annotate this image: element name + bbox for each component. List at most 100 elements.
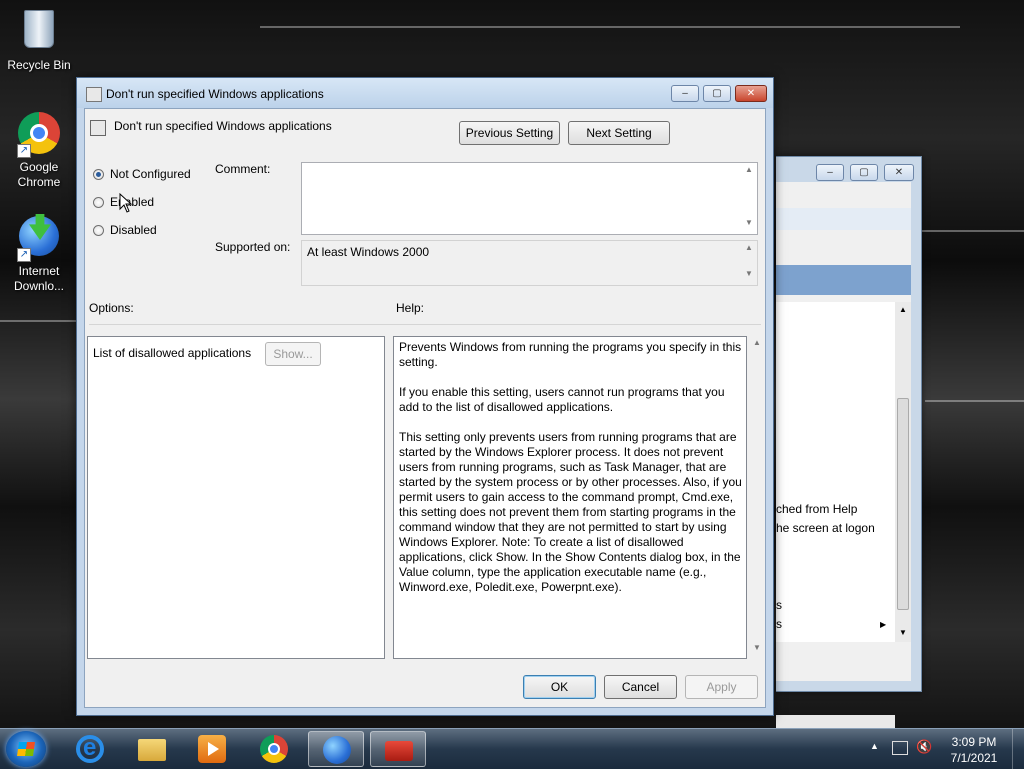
- background-list-text: s: [776, 598, 782, 612]
- background-list-text: ched from Help: [776, 502, 858, 516]
- desktop-icon-label: Downlo...: [13, 279, 65, 293]
- supported-on-field[interactable]: At least Windows 2000 ▲ ▼: [301, 240, 758, 286]
- scroll-up-arrow-icon[interactable]: ▲: [741, 165, 757, 179]
- scroll-down-arrow-icon[interactable]: ▼: [899, 628, 907, 637]
- internet-download-manager-icon: ↗: [17, 216, 61, 262]
- taskbar: ▲ 🔇 3:09 PM 7/1/2021: [0, 728, 1024, 769]
- background-toolbar: [776, 208, 911, 230]
- help-label: Help:: [396, 301, 425, 315]
- clock-time: 3:09 PM: [951, 735, 997, 749]
- wallpaper-streak: [925, 400, 1024, 402]
- background-header-band: [776, 265, 911, 295]
- volume-muted-icon[interactable]: 🔇: [916, 739, 932, 755]
- help-paragraph: Prevents Windows from running the progra…: [399, 340, 742, 369]
- background-list-text: s: [776, 617, 782, 631]
- disabled-label[interactable]: Disabled: [110, 223, 157, 237]
- maximize-button[interactable]: ▢: [850, 164, 878, 181]
- scroll-right-arrow-icon[interactable]: ▶: [880, 620, 886, 629]
- help-paragraph: This setting only prevents users from ru…: [399, 430, 742, 594]
- ok-button[interactable]: OK: [523, 675, 596, 699]
- windows-explorer-icon: [138, 739, 166, 761]
- supported-on-scrollbar[interactable]: ▲ ▼: [741, 241, 757, 285]
- desktop-icon-label: Recycle Bin: [7, 58, 71, 72]
- maximize-button[interactable]: ▢: [703, 85, 731, 102]
- policy-setting-icon: [90, 120, 106, 136]
- scroll-up-arrow-icon[interactable]: ▲: [749, 338, 765, 352]
- desktop-icon-label: Google: [19, 160, 59, 174]
- supported-on-value: At least Windows 2000: [307, 245, 430, 259]
- taskbar-group-policy-editor[interactable]: [370, 731, 426, 767]
- dialog-title: Don't run specified Windows applications: [106, 87, 324, 101]
- help-paragraph: If you enable this setting, users cannot…: [399, 385, 725, 414]
- desktop-icon-internet-download-manager[interactable]: ↗ Internet Downlo...: [4, 216, 74, 294]
- minimize-button[interactable]: ‒: [671, 85, 699, 102]
- cancel-button[interactable]: Cancel: [604, 675, 677, 699]
- not-configured-label[interactable]: Not Configured: [110, 167, 191, 181]
- mouse-cursor-icon: [119, 193, 133, 213]
- desktop-icon-google-chrome[interactable]: ↗ Google Chrome: [4, 112, 74, 190]
- disabled-radio[interactable]: [93, 225, 104, 236]
- help-scrollbar[interactable]: ▲ ▼: [749, 336, 765, 659]
- desktop-icon-label: Chrome: [17, 175, 61, 189]
- media-player-icon: [198, 735, 226, 763]
- scroll-down-arrow-icon[interactable]: ▼: [741, 218, 757, 232]
- close-button[interactable]: ✕: [884, 164, 914, 181]
- options-panel: List of disallowed applications Show...: [87, 336, 385, 659]
- policy-window-icon: [86, 87, 102, 102]
- wallpaper-streak: [260, 26, 960, 28]
- clock-date: 7/1/2021: [950, 751, 998, 765]
- taskbar-clock[interactable]: 3:09 PM 7/1/2021: [944, 734, 1004, 766]
- background-list[interactable]: ched from Help he screen at logon s s ▲ …: [776, 302, 911, 735]
- policy-name: Don't run specified Windows applications: [114, 119, 332, 133]
- scroll-down-arrow-icon[interactable]: ▼: [749, 643, 765, 657]
- supported-on-label: Supported on:: [215, 240, 291, 254]
- taskbar-chrome[interactable]: [246, 731, 302, 767]
- previous-setting-button[interactable]: Previous Setting: [459, 121, 560, 145]
- comment-value: [302, 163, 757, 169]
- comment-label: Comment:: [215, 162, 271, 176]
- background-window-client: ched from Help he screen at logon s s ▲ …: [776, 182, 911, 735]
- wallpaper-streak: [0, 320, 80, 322]
- taskbar-internet-explorer[interactable]: [62, 731, 118, 767]
- toolbox-icon: [385, 741, 413, 761]
- taskbar-internet-download-manager[interactable]: [308, 731, 364, 767]
- show-button[interactable]: Show...: [265, 342, 321, 366]
- start-button[interactable]: [6, 731, 46, 767]
- scroll-up-arrow-icon[interactable]: ▲: [741, 243, 757, 257]
- apply-button[interactable]: Apply: [685, 675, 758, 699]
- network-icon[interactable]: [892, 741, 908, 755]
- close-button[interactable]: ✕: [735, 85, 767, 102]
- taskbar-windows-explorer[interactable]: [124, 731, 180, 767]
- scroll-up-arrow-icon[interactable]: ▲: [899, 305, 907, 314]
- scrollbar-thumb[interactable]: [897, 398, 909, 610]
- policy-setting-dialog: Don't run specified Windows applications…: [76, 77, 774, 716]
- comment-field[interactable]: ▲ ▼: [301, 162, 758, 235]
- dialog-titlebar[interactable]: Don't run specified Windows applications…: [77, 78, 773, 108]
- wallpaper-streak: [920, 230, 1024, 232]
- next-setting-button[interactable]: Next Setting: [568, 121, 670, 145]
- enabled-radio[interactable]: [93, 197, 104, 208]
- minimize-button[interactable]: ‒: [816, 164, 844, 181]
- background-vertical-scrollbar[interactable]: ▲ ▼: [895, 302, 911, 642]
- background-window[interactable]: ‒ ▢ ✕ ched from Help he screen at logon …: [776, 156, 922, 735]
- show-desktop-button[interactable]: [1012, 729, 1024, 769]
- show-hidden-icons-icon[interactable]: ▲: [870, 741, 879, 751]
- section-divider: [89, 324, 761, 325]
- recycle-bin-icon: [17, 10, 61, 54]
- dialog-client: Don't run specified Windows applications…: [84, 108, 766, 708]
- options-label: Options:: [89, 301, 134, 315]
- chrome-icon: [260, 735, 288, 763]
- disallowed-applications-label: List of disallowed applications: [93, 346, 252, 360]
- not-configured-radio[interactable]: [93, 169, 104, 180]
- background-list-text: he screen at logon: [776, 521, 875, 535]
- scroll-down-arrow-icon[interactable]: ▼: [741, 269, 757, 283]
- internet-download-manager-icon: [323, 736, 351, 764]
- internet-explorer-icon: [76, 734, 104, 763]
- help-text: Prevents Windows from running the progra…: [399, 340, 746, 610]
- desktop-icon-recycle-bin[interactable]: Recycle Bin: [4, 6, 74, 73]
- comment-scrollbar[interactable]: ▲ ▼: [741, 163, 757, 234]
- help-panel: Prevents Windows from running the progra…: [393, 336, 747, 659]
- desktop-icon-label: Internet: [18, 264, 60, 278]
- taskbar-media-player[interactable]: [184, 731, 240, 767]
- chrome-icon: ↗: [17, 112, 61, 158]
